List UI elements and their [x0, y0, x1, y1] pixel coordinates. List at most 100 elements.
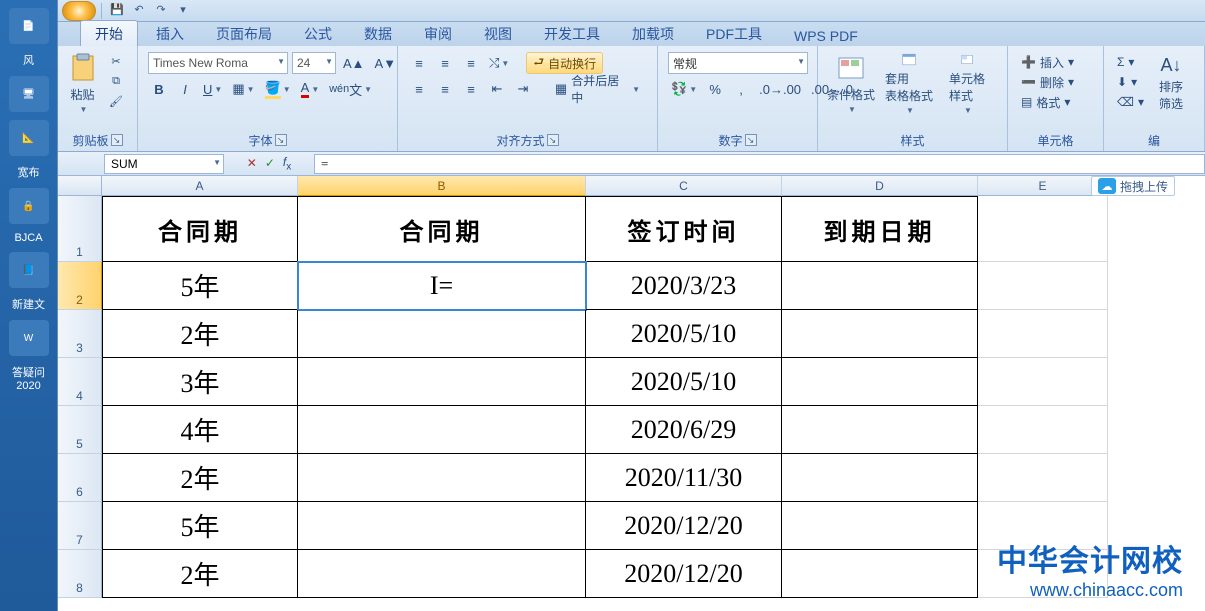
- row-header[interactable]: 7: [58, 502, 102, 550]
- qat-customize-icon[interactable]: ▾: [173, 3, 193, 19]
- fx-icon[interactable]: fx: [283, 155, 291, 172]
- spreadsheet-grid[interactable]: ABCDE 1合同期合同期签订时间到期日期25年I=2020/3/2332年20…: [58, 176, 1205, 611]
- desktop-icon[interactable]: W: [9, 320, 49, 356]
- column-header[interactable]: B: [298, 176, 586, 196]
- increase-decimal-icon[interactable]: .0→.00: [756, 78, 804, 100]
- cell[interactable]: [782, 358, 978, 406]
- increase-indent-icon[interactable]: ⇥: [512, 78, 534, 100]
- accounting-format-icon[interactable]: 💱▼: [668, 78, 700, 100]
- tab-pdf-tools[interactable]: PDF工具: [692, 21, 776, 46]
- wrap-text-button[interactable]: ⮐自动换行: [526, 52, 603, 74]
- cell[interactable]: 2年: [102, 550, 298, 598]
- tab-wps-pdf[interactable]: WPS PDF: [780, 25, 872, 46]
- bold-button[interactable]: B: [148, 78, 170, 100]
- cell[interactable]: [978, 406, 1108, 454]
- cell[interactable]: [978, 358, 1108, 406]
- row-header[interactable]: 4: [58, 358, 102, 406]
- desktop-icon[interactable]: 🖥: [9, 76, 49, 112]
- cell[interactable]: [782, 310, 978, 358]
- column-header[interactable]: D: [782, 176, 978, 196]
- cell[interactable]: 2020/12/20: [586, 502, 782, 550]
- font-name-combo[interactable]: Times New Roma▼: [148, 52, 288, 74]
- copy-icon[interactable]: ⧉: [105, 72, 127, 90]
- fill-button[interactable]: ⬇▾: [1114, 72, 1147, 92]
- align-middle-icon[interactable]: ≡: [434, 52, 456, 74]
- decrease-indent-icon[interactable]: ⇤: [486, 78, 508, 100]
- cell[interactable]: [782, 502, 978, 550]
- underline-button[interactable]: U▼: [200, 78, 225, 100]
- align-left-icon[interactable]: ≡: [408, 78, 430, 100]
- cell[interactable]: [782, 406, 978, 454]
- clear-button[interactable]: ⌫▾: [1114, 92, 1147, 112]
- tab-view[interactable]: 视图: [470, 21, 526, 46]
- cell[interactable]: [298, 358, 586, 406]
- formula-input[interactable]: =: [314, 154, 1205, 174]
- cell[interactable]: 2020/6/29: [586, 406, 782, 454]
- office-button[interactable]: [62, 1, 96, 21]
- cell[interactable]: [298, 406, 586, 454]
- cell-styles-button[interactable]: 单元格 样式▼: [940, 50, 994, 116]
- upload-badge[interactable]: ☁ 拖拽上传: [1091, 176, 1175, 196]
- italic-button[interactable]: I: [174, 78, 196, 100]
- cell[interactable]: 3年: [102, 358, 298, 406]
- select-all-corner[interactable]: [58, 176, 102, 196]
- paste-button[interactable]: 粘贴 ▼: [64, 50, 101, 116]
- row-header[interactable]: 6: [58, 454, 102, 502]
- cell[interactable]: 合同期: [102, 196, 298, 262]
- tab-developer[interactable]: 开发工具: [530, 21, 614, 46]
- align-top-icon[interactable]: ≡: [408, 52, 430, 74]
- cell[interactable]: [298, 550, 586, 598]
- sort-filter-button[interactable]: A↓ 排序 筛选: [1151, 50, 1191, 116]
- row-header[interactable]: 8: [58, 550, 102, 598]
- tab-addins[interactable]: 加载项: [618, 21, 688, 46]
- cell[interactable]: 2年: [102, 454, 298, 502]
- cell[interactable]: [978, 454, 1108, 502]
- row-header[interactable]: 5: [58, 406, 102, 454]
- row-header[interactable]: 1: [58, 196, 102, 262]
- grow-font-icon[interactable]: A▲: [340, 52, 368, 74]
- font-size-combo[interactable]: 24▼: [292, 52, 336, 74]
- desktop-icon[interactable]: 📘: [9, 252, 49, 288]
- tab-home[interactable]: 开始: [80, 20, 138, 46]
- format-painter-icon[interactable]: 🖌: [105, 92, 127, 110]
- cell[interactable]: 2020/11/30: [586, 454, 782, 502]
- cell[interactable]: [978, 310, 1108, 358]
- cell[interactable]: 5年: [102, 262, 298, 310]
- format-table-button[interactable]: 套用 表格格式▼: [878, 50, 940, 116]
- percent-icon[interactable]: %: [704, 78, 726, 100]
- tab-insert[interactable]: 插入: [142, 21, 198, 46]
- insert-button[interactable]: ➕插入▾: [1018, 52, 1077, 72]
- autosum-button[interactable]: Σ▾: [1114, 52, 1147, 72]
- fill-color-button[interactable]: 🪣▼: [262, 78, 294, 100]
- format-button[interactable]: ▤格式▾: [1018, 92, 1077, 112]
- cell[interactable]: [298, 310, 586, 358]
- desktop-icon[interactable]: 📐: [9, 120, 49, 156]
- cell[interactable]: [978, 196, 1108, 262]
- cell[interactable]: 合同期: [298, 196, 586, 262]
- cell[interactable]: 2020/5/10: [586, 358, 782, 406]
- font-color-button[interactable]: A▼: [298, 78, 323, 100]
- cell[interactable]: 2020/12/20: [586, 550, 782, 598]
- row-header[interactable]: 3: [58, 310, 102, 358]
- shrink-font-icon[interactable]: A▼: [372, 52, 400, 74]
- cell[interactable]: 到期日期: [782, 196, 978, 262]
- align-center-icon[interactable]: ≡: [434, 78, 456, 100]
- dialog-launcher-icon[interactable]: ↘: [111, 134, 123, 146]
- cell[interactable]: 4年: [102, 406, 298, 454]
- merge-center-button[interactable]: ▦合并后居中▼: [548, 78, 647, 100]
- name-box[interactable]: SUM▼: [104, 154, 224, 174]
- tab-formulas[interactable]: 公式: [290, 21, 346, 46]
- tab-review[interactable]: 审阅: [410, 21, 466, 46]
- dialog-launcher-icon[interactable]: ↘: [745, 134, 757, 146]
- cancel-icon[interactable]: ✕: [247, 156, 257, 170]
- cut-icon[interactable]: ✂: [105, 52, 127, 70]
- cell[interactable]: 5年: [102, 502, 298, 550]
- orientation-icon[interactable]: ⤭▼: [486, 52, 512, 74]
- redo-icon[interactable]: ↷: [151, 3, 171, 19]
- cell[interactable]: 签订时间: [586, 196, 782, 262]
- column-header[interactable]: A: [102, 176, 298, 196]
- conditional-format-button[interactable]: 条件格式▼: [824, 50, 878, 116]
- cell[interactable]: [782, 262, 978, 310]
- undo-icon[interactable]: ↶: [129, 3, 149, 19]
- dialog-launcher-icon[interactable]: ↘: [275, 134, 287, 146]
